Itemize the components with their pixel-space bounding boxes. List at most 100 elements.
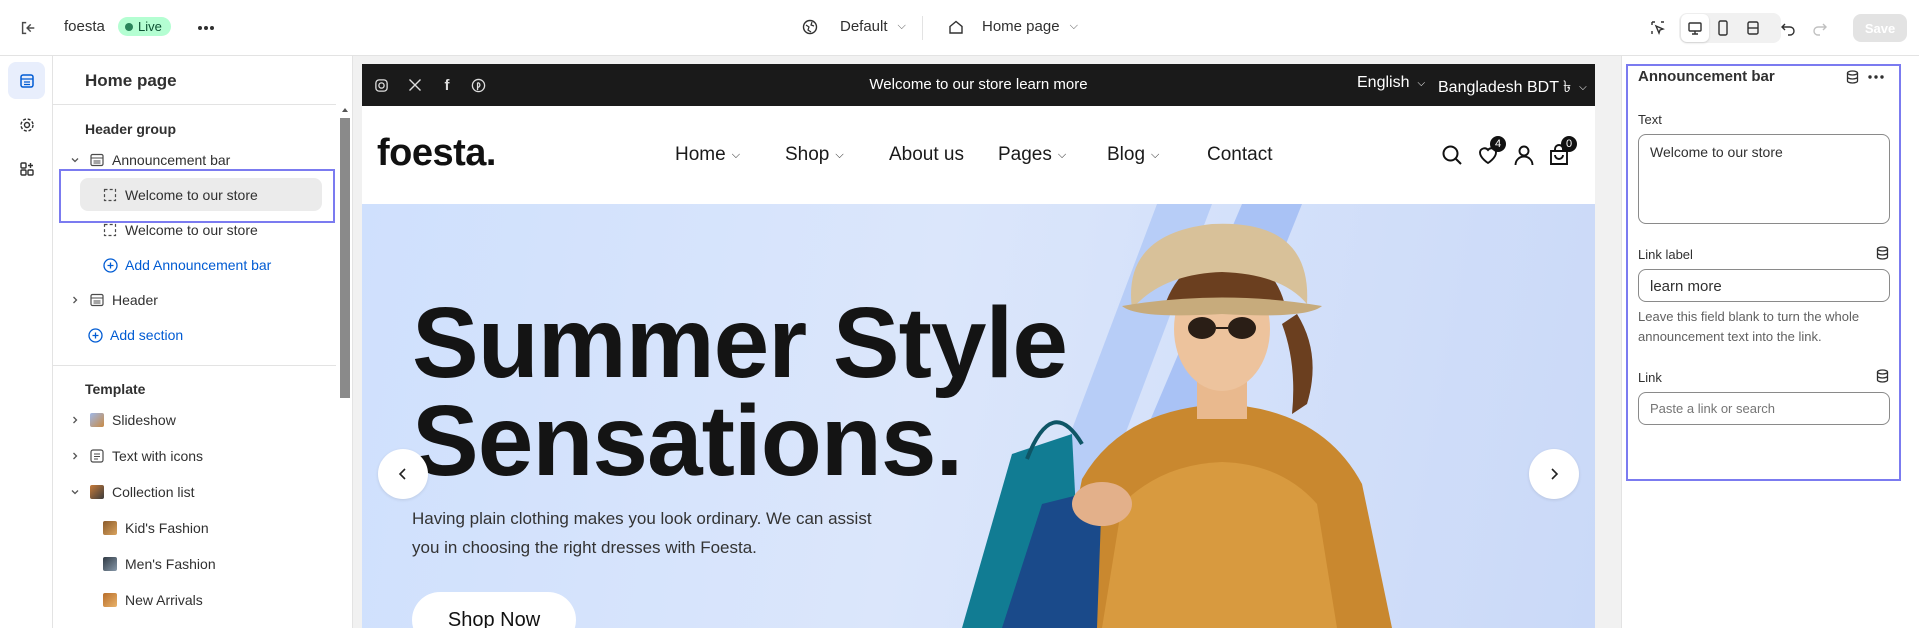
nav-label: Blog (1107, 144, 1146, 165)
chevron-down-icon[interactable] (67, 155, 83, 165)
collection-thumbnail-icon (89, 484, 105, 500)
fullscreen-icon[interactable] (1739, 14, 1767, 42)
chevron-right-icon[interactable] (1529, 449, 1579, 499)
shop-now-button[interactable]: Shop Now (412, 592, 576, 628)
language-selector[interactable]: English ⌵ (1357, 74, 1425, 92)
cart-count-badge: 0 (1561, 136, 1577, 152)
nav-contact[interactable]: Contact (1207, 144, 1272, 166)
add-block-label: Add Announcement bar (125, 257, 272, 273)
redo-icon[interactable] (1806, 14, 1834, 42)
sidebar-item-kids-fashion[interactable]: Kid's Fashion (53, 511, 336, 545)
account-user-icon[interactable] (1511, 142, 1537, 168)
sidebar-item-header[interactable]: Header (53, 283, 336, 317)
section-sidebar: Home page Header group Announcement bar … (53, 56, 353, 628)
chevron-down-icon: ⌵ (1069, 20, 1078, 32)
page-title: Home page (85, 71, 177, 90)
sidebar-item-label: Kid's Fashion (125, 520, 209, 536)
plus-circle-icon (87, 327, 103, 343)
announcement-bar-preview[interactable]: f Welcome to our store learn more Englis… (362, 64, 1595, 106)
nav-label: About us (889, 144, 964, 165)
nav-about-us[interactable]: About us (889, 144, 964, 166)
nav-label: Contact (1207, 144, 1273, 165)
more-actions-icon[interactable] (192, 14, 220, 42)
inspector-icon[interactable] (1644, 14, 1672, 42)
slideshow-thumbnail-icon (89, 412, 105, 428)
announcement-link[interactable]: learn more (1016, 76, 1088, 93)
sidebar-item-slideshow[interactable]: Slideshow (53, 403, 336, 437)
text-icon (89, 448, 105, 464)
nav-label: Shop (785, 144, 830, 165)
sidebar-item-text-with-icons[interactable]: Text with icons (53, 439, 336, 473)
nav-blog[interactable]: Blog ⌵ (1107, 144, 1159, 166)
collection-thumbnail-icon (102, 520, 118, 536)
chevron-down-icon: ⌵ (1057, 148, 1067, 161)
storefront-preview: f Welcome to our store learn more Englis… (362, 64, 1595, 628)
divider (53, 104, 336, 105)
left-rail (0, 56, 53, 628)
scroll-up-icon[interactable] (341, 106, 349, 114)
chevron-right-icon[interactable] (67, 415, 83, 425)
sidebar-item-new-arrivals[interactable]: New Arrivals (53, 583, 336, 617)
chevron-down-icon: ⌵ (897, 20, 906, 32)
hero-slideshow[interactable]: Summer Style Sensations. Having plain cl… (362, 204, 1595, 628)
page-selector[interactable]: Home page ⌵ (948, 18, 1078, 35)
wishlist-heart-icon[interactable]: 4 (1475, 136, 1506, 168)
sidebar-item-label: Text with icons (112, 448, 204, 464)
sidebar-item-mens-fashion[interactable]: Men's Fashion (53, 547, 336, 581)
collection-thumbnail-icon (102, 556, 118, 572)
live-dot-icon (125, 22, 133, 31)
apps-icon[interactable] (8, 150, 45, 187)
chevron-right-icon[interactable] (67, 451, 83, 461)
hero-title-line-1: Summer Style (412, 287, 1068, 399)
currency-selector[interactable]: Bangladesh BDT ৳ ⌵ (1438, 74, 1587, 101)
undo-icon[interactable] (1774, 14, 1802, 42)
block-icon (102, 222, 118, 238)
desktop-view-icon[interactable] (1681, 14, 1709, 42)
sidebar-item-label: New Arrivals (125, 592, 203, 608)
settings-gear-icon[interactable] (8, 106, 45, 143)
store-name: foesta (64, 18, 105, 35)
preview-scrollbar[interactable] (1595, 64, 1607, 628)
scrollbar-thumb[interactable] (340, 118, 350, 398)
nav-pages[interactable]: Pages ⌵ (998, 144, 1066, 166)
divider (53, 365, 336, 366)
nav-shop[interactable]: Shop ⌵ (785, 144, 844, 166)
top-bar: foesta Live Default ⌵ Home page ⌵ Save (0, 0, 1919, 56)
exit-icon[interactable] (14, 14, 42, 42)
chevron-right-icon[interactable] (67, 295, 83, 305)
add-section-button[interactable]: Add section (53, 318, 336, 352)
chevron-down-icon: ⌵ (731, 148, 741, 161)
language-label: English (1357, 74, 1410, 91)
search-icon[interactable] (1439, 142, 1465, 168)
header-group-label: Header group (85, 121, 177, 137)
save-button[interactable]: Save (1853, 14, 1907, 42)
theme-label: Default (840, 18, 888, 35)
settings-highlight (1626, 64, 1901, 481)
chevron-down-icon[interactable] (67, 487, 83, 497)
store-logo[interactable]: foesta. (377, 132, 496, 175)
nav-label: Pages (998, 144, 1052, 165)
status-badge: Live (118, 17, 171, 36)
page-label: Home page (982, 18, 1060, 35)
sidebar-item-collection-list[interactable]: Collection list (53, 475, 336, 509)
sidebar-item-label: Men's Fashion (125, 556, 216, 572)
chevron-down-icon: ⌵ (1417, 77, 1426, 89)
section-icon (89, 292, 105, 308)
home-icon (949, 20, 963, 34)
cart-bag-icon[interactable]: 0 (1546, 136, 1577, 168)
theme-selector[interactable]: Default ⌵ (802, 18, 906, 35)
sections-icon[interactable] (8, 62, 45, 99)
sidebar-item-label: Slideshow (112, 412, 176, 428)
chevron-left-icon[interactable] (378, 449, 428, 499)
sidebar-item-label: Welcome to our store (125, 222, 258, 238)
currency-label: Bangladesh BDT ৳ (1438, 79, 1572, 96)
divider (922, 16, 923, 40)
nav-home[interactable]: Home ⌵ (675, 144, 740, 166)
chevron-down-icon: ⌵ (1151, 148, 1160, 161)
add-announcement-bar-button[interactable]: Add Announcement bar (53, 248, 336, 282)
mobile-view-icon[interactable] (1709, 14, 1737, 42)
wishlist-count-badge: 4 (1490, 136, 1506, 152)
collection-thumbnail-icon (102, 592, 118, 608)
sidebar-item-label: Header (112, 292, 158, 308)
hero-subtitle: Having plain clothing makes you look ord… (412, 509, 872, 557)
